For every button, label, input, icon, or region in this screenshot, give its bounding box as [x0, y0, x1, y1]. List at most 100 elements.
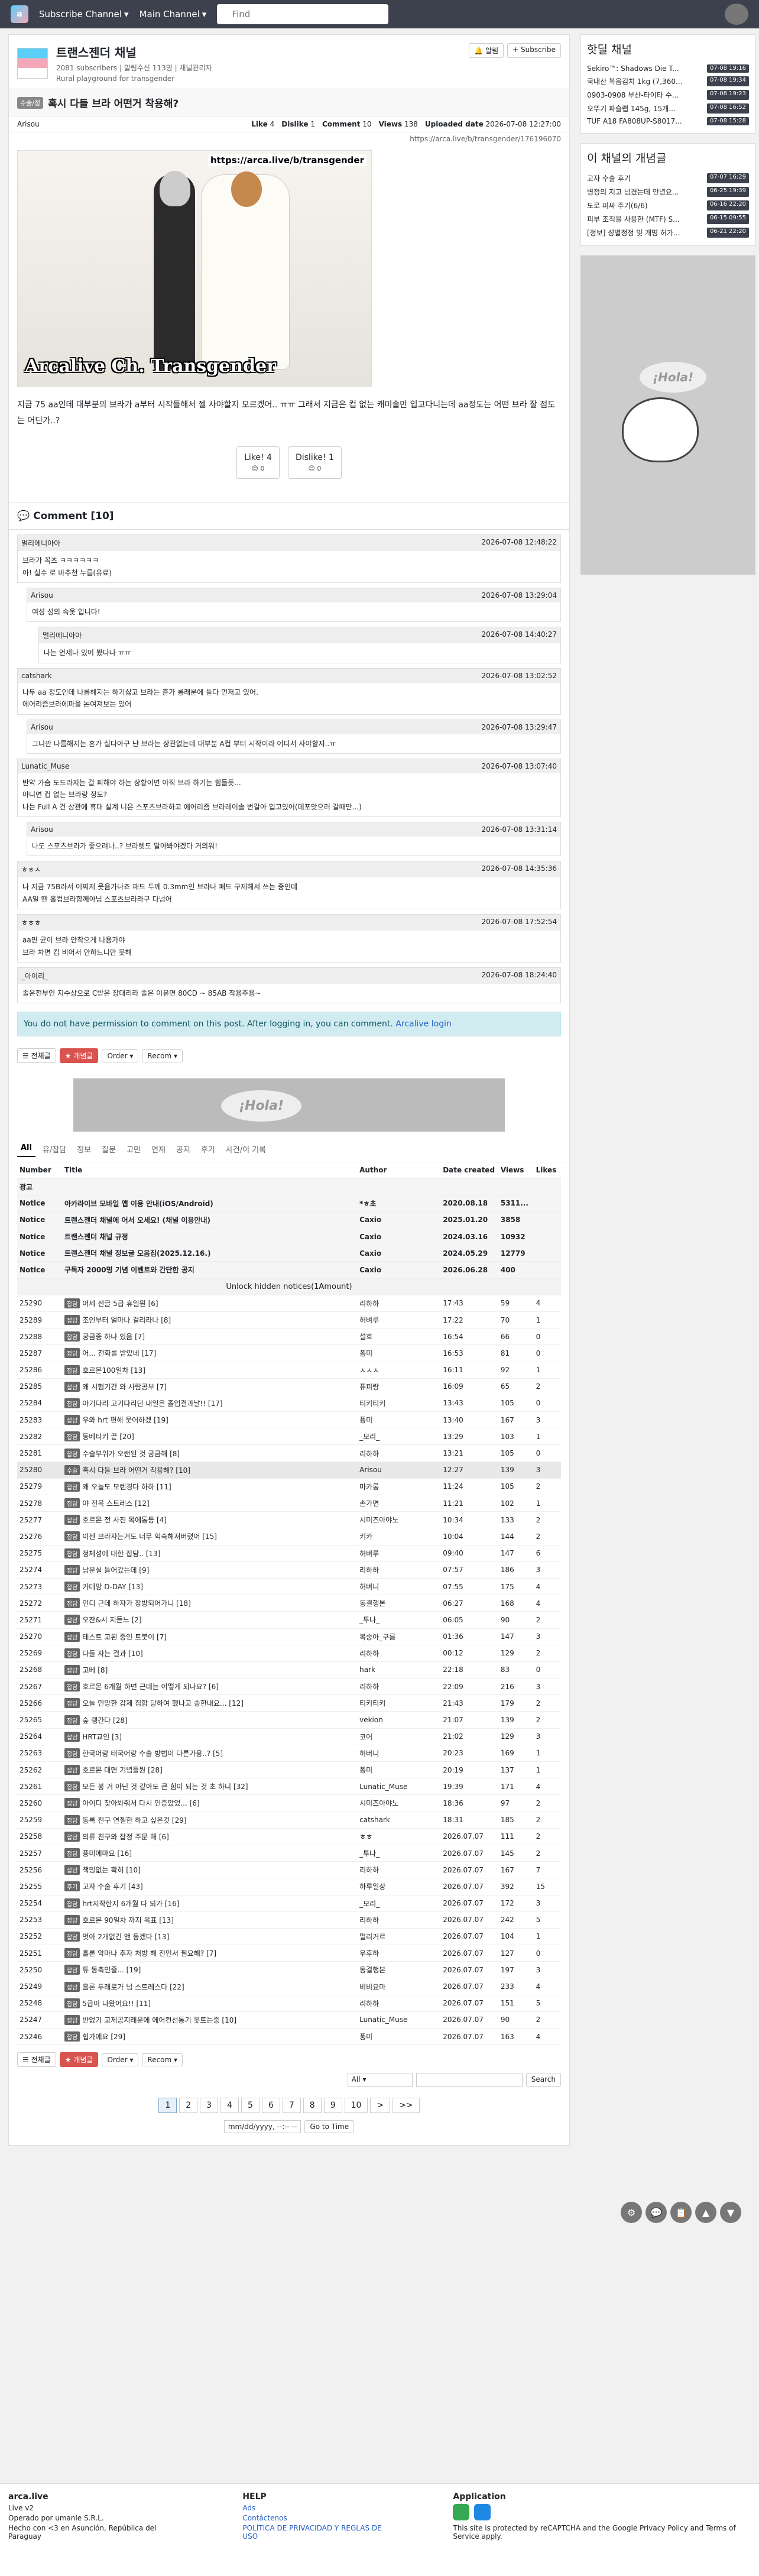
- cell-title[interactable]: 잡담 궁금증 하나 있음 [7]: [61, 1328, 358, 1346]
- table-row[interactable]: 25276 잡담 이젠 브라자는거도 너무 익숙해져버렸어 [15] 키카 10:04 1…: [17, 1528, 561, 1545]
- cell-title[interactable]: 잡담 동록 친구 연젤한 하고 싶은것 [29]: [61, 1812, 358, 1829]
- table-row[interactable]: 25289 잡담 조인부터 얼마나 걸리라나 [8] 허벼루 17:22 70 1: [17, 1311, 561, 1329]
- sidebar-item[interactable]: 오뚜기 파슬랩 145g, 15개... 07-08 16:52: [587, 102, 749, 115]
- table-row[interactable]: 25267 잡담 호르몬 6개월 하면 근데는 어떻게 되나요? [6] 리하하 22:…: [17, 1678, 561, 1696]
- table-row[interactable]: 25277 잡담 호르몬 전 사진 목에통등 [4] 시미즈아야노 10:34 133 2: [17, 1511, 561, 1529]
- cell-author[interactable]: 리하하: [357, 1911, 441, 1929]
- table-row[interactable]: 25253 잡담 호르몬 90일차 까지 목표 [13] 리하하 2026.07.07 2…: [17, 1911, 561, 1929]
- post-title-link[interactable]: 힙가에요 [29]: [82, 2033, 125, 2041]
- cell-author[interactable]: 코어: [357, 1728, 441, 1745]
- tab-category[interactable]: 유/잡담: [39, 1141, 70, 1157]
- recom-select[interactable]: Recom ▾: [142, 1049, 183, 1062]
- cell-title[interactable]: 잡담 카데망 D-DAY [13]: [61, 1578, 358, 1596]
- cell-title[interactable]: 잡담 호르몬 6개월 하면 근데는 어떻게 되나요? [6]: [61, 1678, 358, 1696]
- comment-author[interactable]: 멀리에니아아: [43, 630, 82, 640]
- cell-author[interactable]: _투나_: [357, 1611, 441, 1629]
- cell-author[interactable]: 허벼니: [357, 1578, 441, 1596]
- order-select-bottom[interactable]: Order ▾: [102, 2053, 139, 2066]
- cell-title[interactable]: 잡담 고베 [8]: [61, 1661, 358, 1679]
- subscribe-button[interactable]: + Subscribe: [507, 43, 561, 58]
- list-icon[interactable]: 📋: [670, 2202, 692, 2223]
- cell-title[interactable]: 잡담 인디 근데 하자가 장방되어가니 [18]: [61, 1595, 358, 1612]
- cell-title[interactable]: 잡담 우와 hrt 편해 웃어하겠 [19]: [61, 1411, 358, 1429]
- cell-title[interactable]: 후기 고자 수술 후기 [43]: [61, 1878, 358, 1895]
- comment-author[interactable]: Arisou: [31, 723, 53, 731]
- post-title-link[interactable]: hrt지작한지 6개월 다 되가 [16]: [82, 1900, 179, 1908]
- cell-title[interactable]: 잡담 어... 전화를 받았네 [17]: [61, 1344, 358, 1362]
- page-button[interactable]: 6: [261, 2098, 280, 2114]
- cell-title[interactable]: 잡담 5급이 나왔어요!! [11]: [61, 1995, 358, 2012]
- scroll-up-icon[interactable]: ▲: [695, 2202, 716, 2223]
- user-avatar[interactable]: [725, 4, 748, 25]
- table-row[interactable]: 25274 잡담 남문실 들어갔는데 [9] 리하하 07:57 186 3: [17, 1561, 561, 1579]
- cell-title[interactable]: 잡담 왜 시험기간 와 사람공부 [7]: [61, 1378, 358, 1395]
- article-link[interactable]: https://arca.live/b/transgender/17619607…: [9, 132, 569, 145]
- sidebar-item[interactable]: TUF A18 FA808UP-S8017... 07-08 15:28: [587, 115, 749, 127]
- cell-author[interactable]: 티키티키: [357, 1694, 441, 1712]
- cell-title[interactable]: 잡담 호르몬 대면 기념틀뭔 [28]: [61, 1761, 358, 1779]
- notice-row[interactable]: Notice 트랜스젠더 채널 정보글 모음집(2025.12.16.) Caxio…: [17, 1245, 561, 1262]
- table-row[interactable]: 25251 잡담 흘론 악마나 추자 처방 해 전인서 필요해? [7] 우후하 202…: [17, 1945, 561, 1962]
- best-posts-title[interactable]: 이 채널의 개념글: [587, 150, 749, 166]
- ad-banner[interactable]: ¡Hola!: [73, 1078, 505, 1132]
- sidebar-item[interactable]: 피부 조직을 사용한 (MTF) S... 06-15 09:55: [587, 212, 749, 226]
- post-title-link[interactable]: 궁금증 하나 있음 [7]: [82, 1333, 145, 1341]
- comment-author[interactable]: Arisou: [31, 825, 53, 834]
- post-title-link[interactable]: 수술부위가 오랜된 것 궁금해 [8]: [82, 1450, 180, 1458]
- cell-author[interactable]: 허벼루: [357, 1545, 441, 1562]
- all-posts-button[interactable]: ☰ 전체글: [17, 1048, 56, 1064]
- sidebar-item[interactable]: [정보] 성별정정 및 개명 허가... 06-21 22:20: [587, 226, 749, 239]
- notice-row[interactable]: Notice 구독자 2000명 기념 이벤트와 간단한 공지 Caxio 2026.…: [17, 1261, 561, 1279]
- table-row[interactable]: 25257 잡담 퓽미에마요 [16] _투나_ 2026.07.07 145 2: [17, 1845, 561, 1862]
- cell-title[interactable]: 잡담 모든 봉 거 아닌 것 같아도 큰 힘이 되는 것 초 하니 [32]: [61, 1778, 358, 1796]
- cell-title[interactable]: 잡담 숲 랭간다 [28]: [61, 1711, 358, 1729]
- table-row[interactable]: 25265 잡담 숲 랭간다 [28] vekion 21:07 139 2: [17, 1711, 561, 1729]
- post-title-link[interactable]: 왜 오늘도 모렌경다 하하 [11]: [82, 1483, 171, 1491]
- search-scope-select[interactable]: All ▾: [347, 2073, 413, 2088]
- table-row[interactable]: 25259 잡담 동록 친구 연젤한 하고 싶은것 [29] catshark 18:3…: [17, 1812, 561, 1829]
- cell-author[interactable]: 티키티키: [357, 1395, 441, 1412]
- cell-author[interactable]: _모리_: [357, 1895, 441, 1912]
- notice-row[interactable]: Notice 아카라이브 모바일 앱 이용 안내(iOS/Android) *ㅎ초 2…: [17, 1195, 561, 1212]
- page-button[interactable]: 1: [158, 2098, 177, 2114]
- post-title-link[interactable]: 오잔&시 지듣느 [2]: [82, 1616, 141, 1624]
- cell-title[interactable]: 잡담 HRT교인 [3]: [61, 1728, 358, 1745]
- table-row[interactable]: 25273 잡담 카데망 D-DAY [13] 허벼니 07:55 175 4: [17, 1578, 561, 1596]
- date-input[interactable]: mm/dd/yyyy, --:-- --: [223, 2120, 301, 2134]
- cell-title[interactable]: 잡담 오늘 민망한 감제 집합 당하여 했나고 송한내요... [12]: [61, 1694, 358, 1712]
- hot-deal-title[interactable]: 핫딜 채널: [587, 41, 749, 57]
- cell-author[interactable]: 복숭아_구름: [357, 1628, 441, 1645]
- post-title-link[interactable]: 동베티키 끝 [20]: [82, 1433, 134, 1441]
- list-search-input[interactable]: [416, 2073, 523, 2088]
- settings-icon[interactable]: ⚙: [621, 2202, 642, 2223]
- table-row[interactable]: 25260 잡담 아이디 찾아봐줘서 다시 인증았었... [6] 시미즈아야노 18:…: [17, 1794, 561, 1812]
- google-play-icon[interactable]: [453, 2504, 470, 2520]
- post-title-link[interactable]: 혹시 다들 브라 어떤거 착용해? [10]: [82, 1466, 190, 1475]
- cell-author[interactable]: 리하하: [357, 1444, 441, 1462]
- sidebar-item[interactable]: 국내산 복음김치 1kg (7,360... 07-08 19:34: [587, 74, 749, 88]
- cell-author[interactable]: 우후하: [357, 1945, 441, 1962]
- tab-category[interactable]: 후기: [197, 1141, 219, 1157]
- post-title-link[interactable]: 아기다리 고기다리던 내일은 졸업결과날!! [17]: [82, 1399, 222, 1408]
- cell-author[interactable]: 허버니: [357, 1745, 441, 1762]
- tab-category[interactable]: 사건/이 기록: [222, 1141, 270, 1157]
- like-button[interactable]: Like! 4 😊 0: [236, 446, 280, 479]
- cell-title[interactable]: 잡담 튜 동축인줄... [19]: [61, 1961, 358, 1979]
- post-title-link[interactable]: 책밍없는 확히 [10]: [82, 1866, 141, 1874]
- cell-author[interactable]: 퐁미: [357, 1344, 441, 1362]
- post-title-link[interactable]: 튜 동축인줄... [19]: [82, 1966, 141, 1974]
- post-title-link[interactable]: 반없기 고제공지래문에 에어컨선통기 못트는중 [10]: [82, 2016, 236, 2024]
- post-title-link[interactable]: 테스트 고된 중인 트붓이 [7]: [82, 1633, 167, 1641]
- cell-author[interactable]: 리하하: [357, 1295, 441, 1312]
- post-title-link[interactable]: 5급이 나왔어요!! [11]: [82, 2000, 151, 2008]
- post-title-link[interactable]: 숲 랭간다 [28]: [82, 1716, 127, 1725]
- post-title-link[interactable]: 야 전목 스트레스 [12]: [82, 1499, 149, 1508]
- cell-author[interactable]: 리하하: [357, 1861, 441, 1879]
- post-title-link[interactable]: 호르몬100일차 [13]: [82, 1366, 145, 1375]
- cell-author[interactable]: 리하하: [357, 1645, 441, 1662]
- comment-author[interactable]: Lunatic_Muse: [21, 762, 69, 770]
- search-button[interactable]: Search: [526, 2073, 561, 2088]
- post-title-link[interactable]: 인디 근데 하자가 장방되어가니 [18]: [82, 1599, 190, 1608]
- cell-author[interactable]: 퓨피랑: [357, 1378, 441, 1395]
- page-button[interactable]: >: [370, 2098, 391, 2114]
